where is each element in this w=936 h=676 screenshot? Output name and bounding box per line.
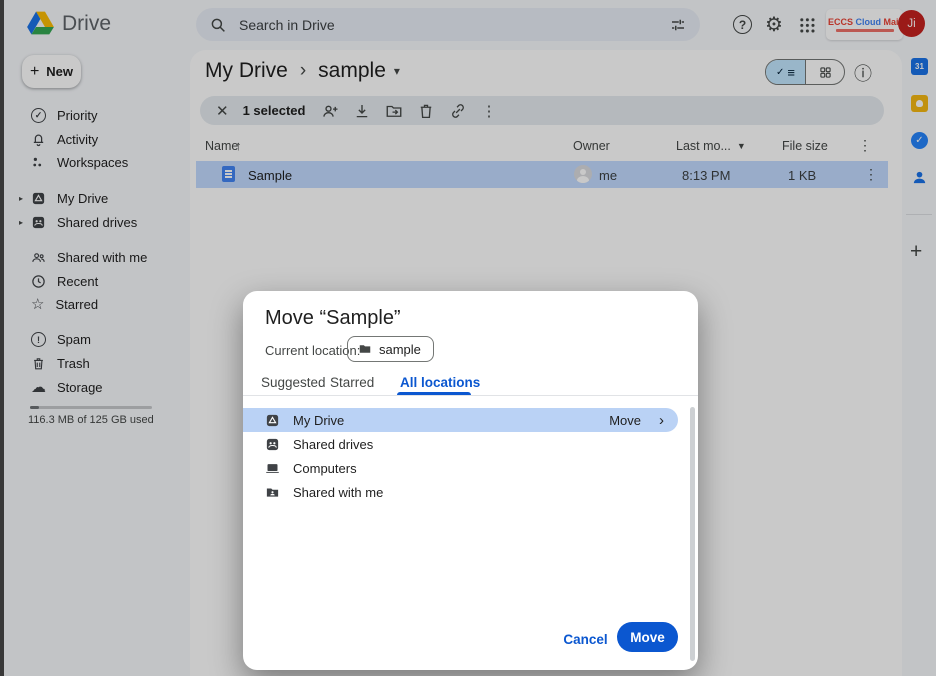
current-location-name: sample <box>379 342 421 357</box>
dialog-scrollbar[interactable] <box>690 407 695 661</box>
row-move-action[interactable]: Move <box>609 413 641 428</box>
location-row-shared-with-me[interactable]: Shared with me <box>243 480 678 504</box>
tab-starred[interactable]: Starred <box>330 375 374 390</box>
location-row-my-drive[interactable]: My Drive Move › <box>243 408 678 432</box>
chevron-right-icon[interactable]: › <box>659 412 664 429</box>
shared-drives-icon <box>265 437 280 452</box>
tabs-divider <box>243 395 698 396</box>
cancel-button[interactable]: Cancel <box>558 626 613 652</box>
laptop-icon <box>265 461 280 476</box>
move-button[interactable]: Move <box>617 622 678 652</box>
dialog-title: Move “Sample” <box>265 307 401 330</box>
shared-folder-icon <box>265 485 280 500</box>
tab-all-locations[interactable]: All locations <box>400 375 480 390</box>
tab-suggested[interactable]: Suggested <box>261 375 326 390</box>
google-drive-window: Drive Search in Drive ? ⚙ ECCS Cloud Mai… <box>0 0 936 676</box>
folder-icon <box>358 342 372 356</box>
location-row-computers[interactable]: Computers <box>243 456 678 480</box>
my-drive-icon <box>265 413 280 428</box>
move-dialog: Move “Sample” Current location: sample S… <box>243 291 698 670</box>
current-location-chip[interactable]: sample <box>347 336 434 362</box>
location-row-shared-drives[interactable]: Shared drives <box>243 432 678 456</box>
